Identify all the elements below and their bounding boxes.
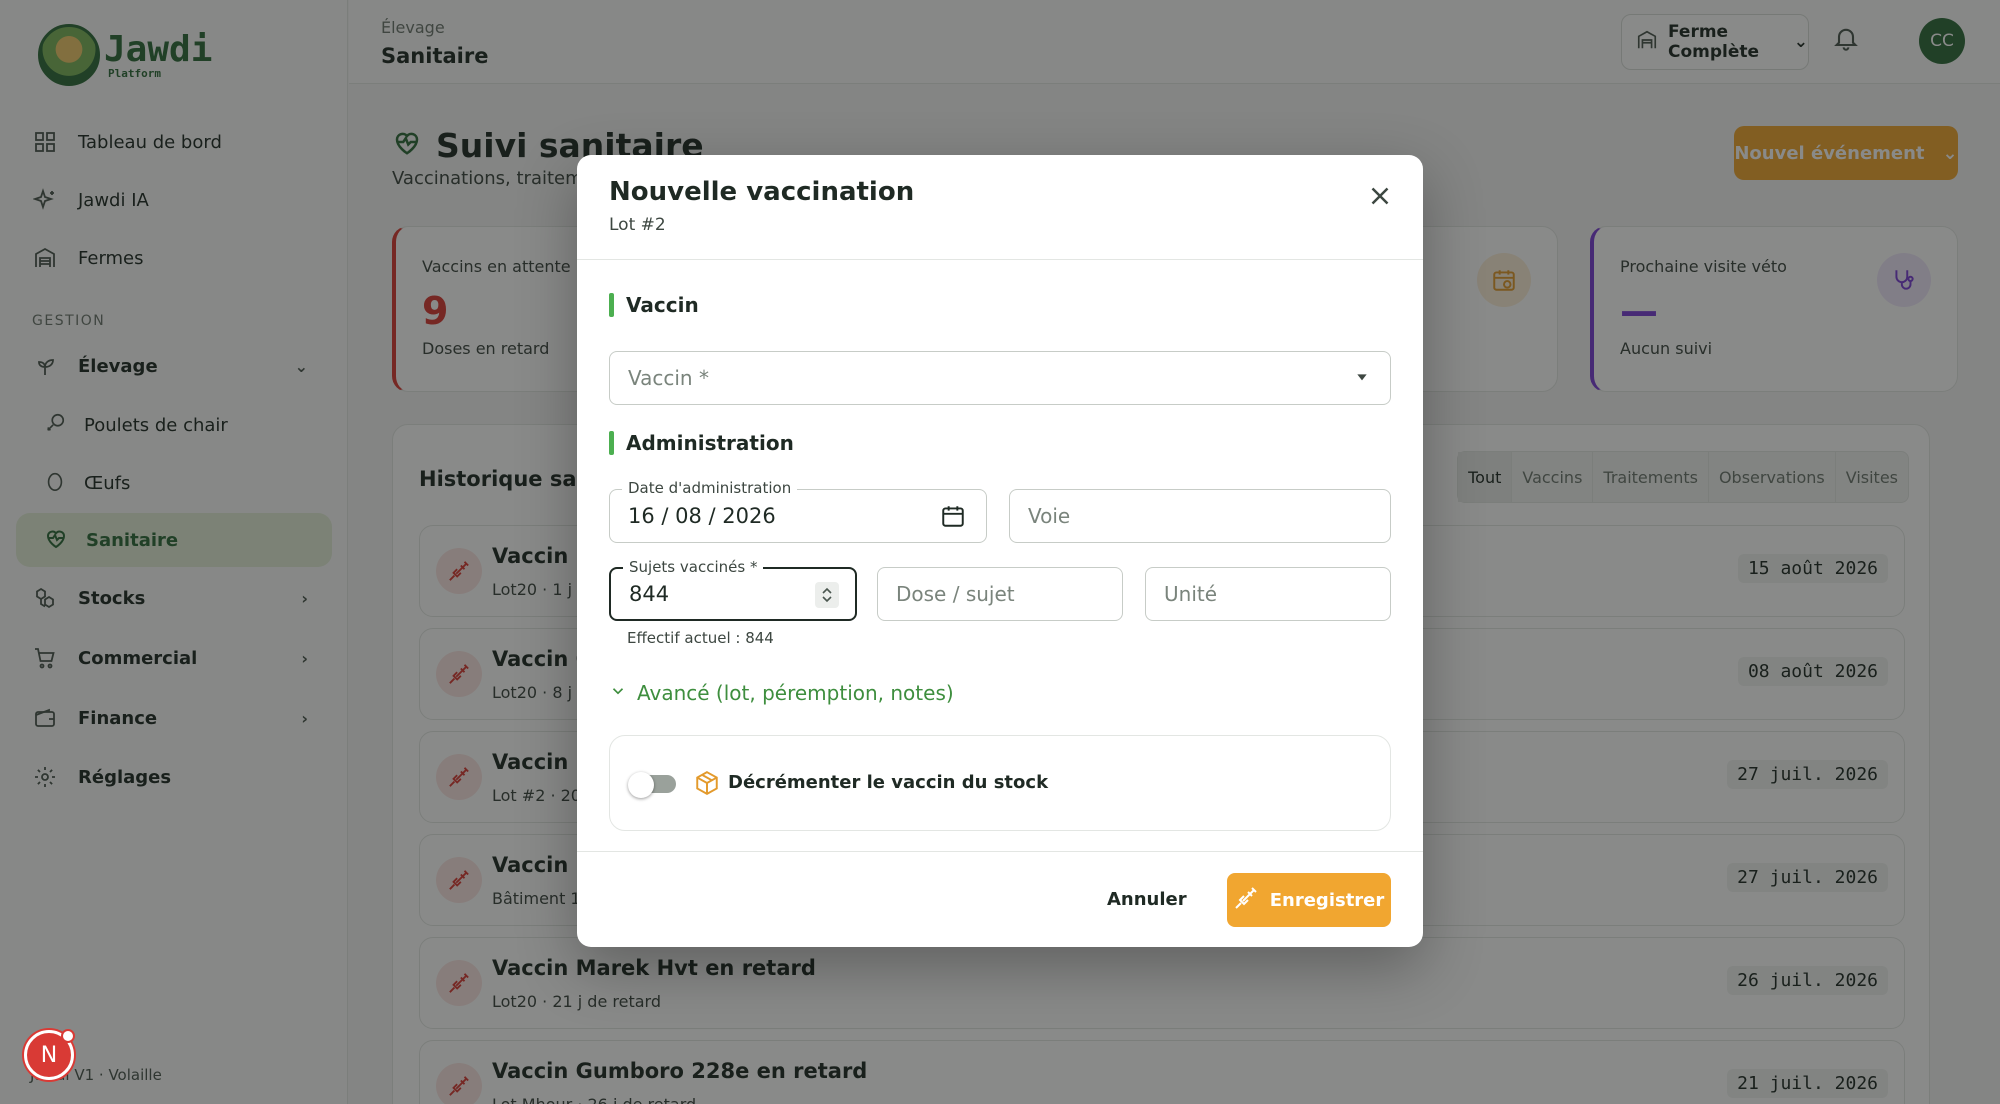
- advanced-toggle[interactable]: Avancé (lot, péremption, notes): [609, 681, 954, 705]
- close-icon[interactable]: [1365, 181, 1395, 211]
- notification-avatar-letter: N: [40, 1042, 58, 1068]
- date-field-label: Date d'administration: [622, 479, 798, 497]
- cancel-button[interactable]: Annuler: [1107, 889, 1187, 910]
- unit-placeholder: Unité: [1164, 582, 1218, 606]
- dose-placeholder: Dose / sujet: [896, 582, 1015, 606]
- section-title: Vaccin: [626, 293, 699, 317]
- stock-label: Décrémenter le vaccin du stock: [728, 772, 1049, 793]
- section-vaccin: Vaccin: [609, 293, 699, 317]
- advanced-label: Avancé (lot, péremption, notes): [637, 681, 954, 705]
- subjects-label: Sujets vaccinés *: [623, 558, 764, 576]
- section-title: Administration: [626, 431, 794, 455]
- section-administration: Administration: [609, 431, 794, 455]
- vaccination-modal: Nouvelle vaccination Lot #2 Vaccin Vacci…: [577, 155, 1423, 947]
- modal-title: Nouvelle vaccination: [609, 177, 915, 207]
- divider: [577, 851, 1423, 852]
- date-field-value: 16 / 08 / 2026: [628, 504, 776, 528]
- section-accent-bar: [609, 293, 614, 317]
- modal-subtitle: Lot #2: [609, 215, 666, 235]
- stock-option-box: Décrémenter le vaccin du stock: [609, 735, 1391, 831]
- subjects-stepper[interactable]: Sujets vaccinés * 844: [609, 558, 857, 621]
- subjects-value: 844: [629, 582, 670, 606]
- syringe-icon: [1234, 886, 1258, 915]
- stock-toggle[interactable]: [628, 772, 678, 798]
- voie-placeholder: Voie: [1028, 504, 1071, 528]
- voie-field[interactable]: Voie: [1009, 489, 1391, 543]
- divider: [577, 259, 1423, 260]
- save-button[interactable]: Enregistrer: [1227, 873, 1391, 927]
- date-field[interactable]: Date d'administration 16 / 08 / 2026: [609, 479, 987, 543]
- package-icon: [694, 770, 720, 796]
- vaccine-select-placeholder: Vaccin *: [628, 366, 709, 390]
- toggle-knob: [628, 772, 654, 798]
- calendar-icon[interactable]: [940, 503, 966, 533]
- section-accent-bar: [609, 431, 614, 455]
- status-dot: [61, 1029, 75, 1043]
- notification-avatar[interactable]: N: [24, 1029, 75, 1080]
- vaccine-select[interactable]: Vaccin *: [609, 351, 1391, 405]
- caret-down-icon: [1354, 369, 1370, 389]
- unit-field[interactable]: Unité: [1145, 567, 1391, 621]
- chevron-down-icon: [609, 681, 627, 705]
- dose-field[interactable]: Dose / sujet: [877, 567, 1123, 621]
- stepper-arrows-icon[interactable]: [815, 582, 839, 608]
- save-label: Enregistrer: [1269, 889, 1385, 911]
- subjects-helper-text: Effectif actuel : 844: [627, 629, 774, 647]
